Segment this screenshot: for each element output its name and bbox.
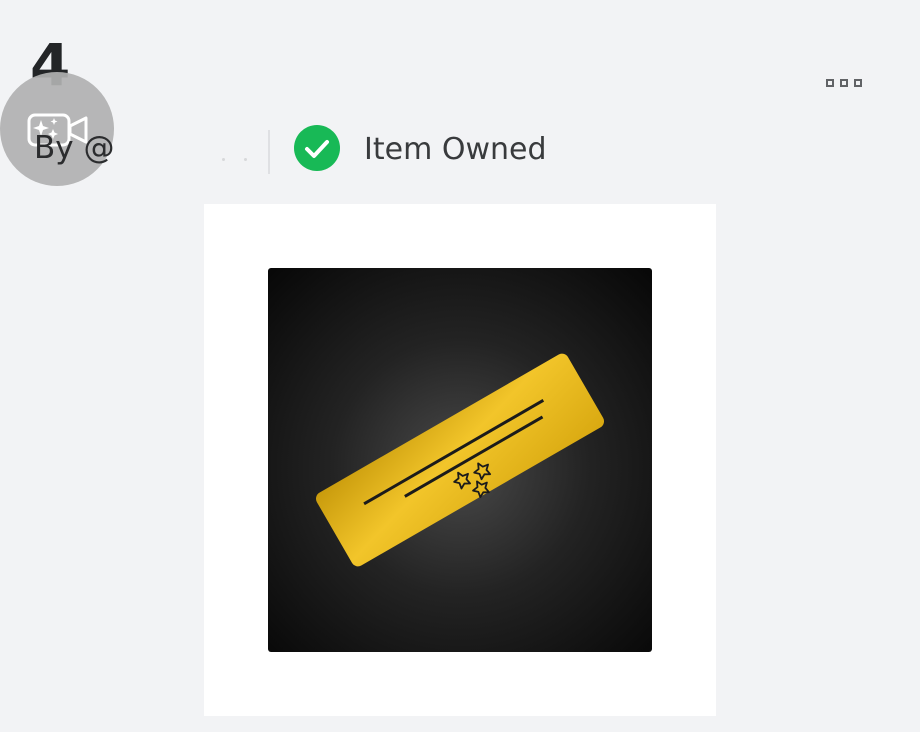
more-options-icon [826,79,834,87]
item-thumbnail [268,268,652,652]
divider-dot [244,158,247,161]
more-options-icon [854,79,862,87]
item-owned-label: Item Owned [364,132,547,167]
creator-byline[interactable]: By @ [34,130,114,167]
check-circle-icon [294,125,340,171]
golden-ticket-icon [315,353,605,567]
divider-dot [222,158,225,161]
more-options-icon [840,79,848,87]
header-divider [268,130,270,174]
more-options-button[interactable] [826,74,878,92]
